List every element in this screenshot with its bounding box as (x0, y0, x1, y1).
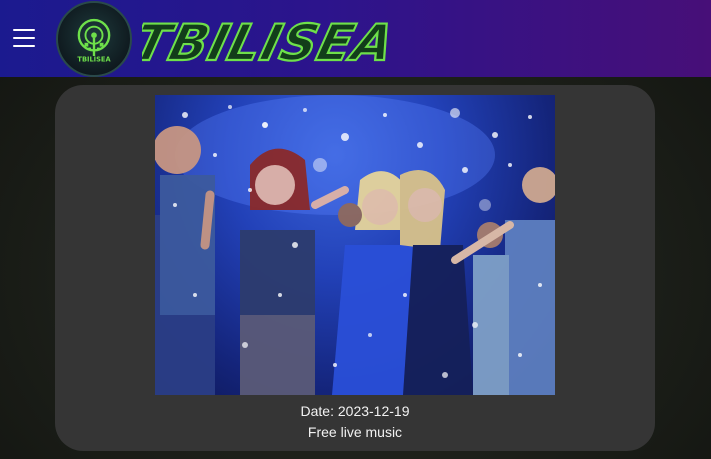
event-card[interactable]: Date: 2023-12-19 Free live music (55, 85, 655, 451)
svg-text:TBILISEA: TBILISEA (142, 14, 392, 70)
site-logo[interactable]: TBILISEA (56, 1, 132, 77)
hamburger-menu-icon[interactable] (13, 29, 35, 47)
event-photo (155, 95, 555, 395)
party-crowd-dancing-photo (155, 95, 555, 395)
event-description: Free live music (307, 424, 403, 440)
brand-wordmark: TBILISEA (127, 8, 402, 73)
top-app-bar: TBILISEA TBILISEA (0, 0, 711, 77)
svg-text:TBILISEA: TBILISEA (77, 56, 111, 64)
event-date: Date: 2023-12-19 (300, 403, 410, 419)
